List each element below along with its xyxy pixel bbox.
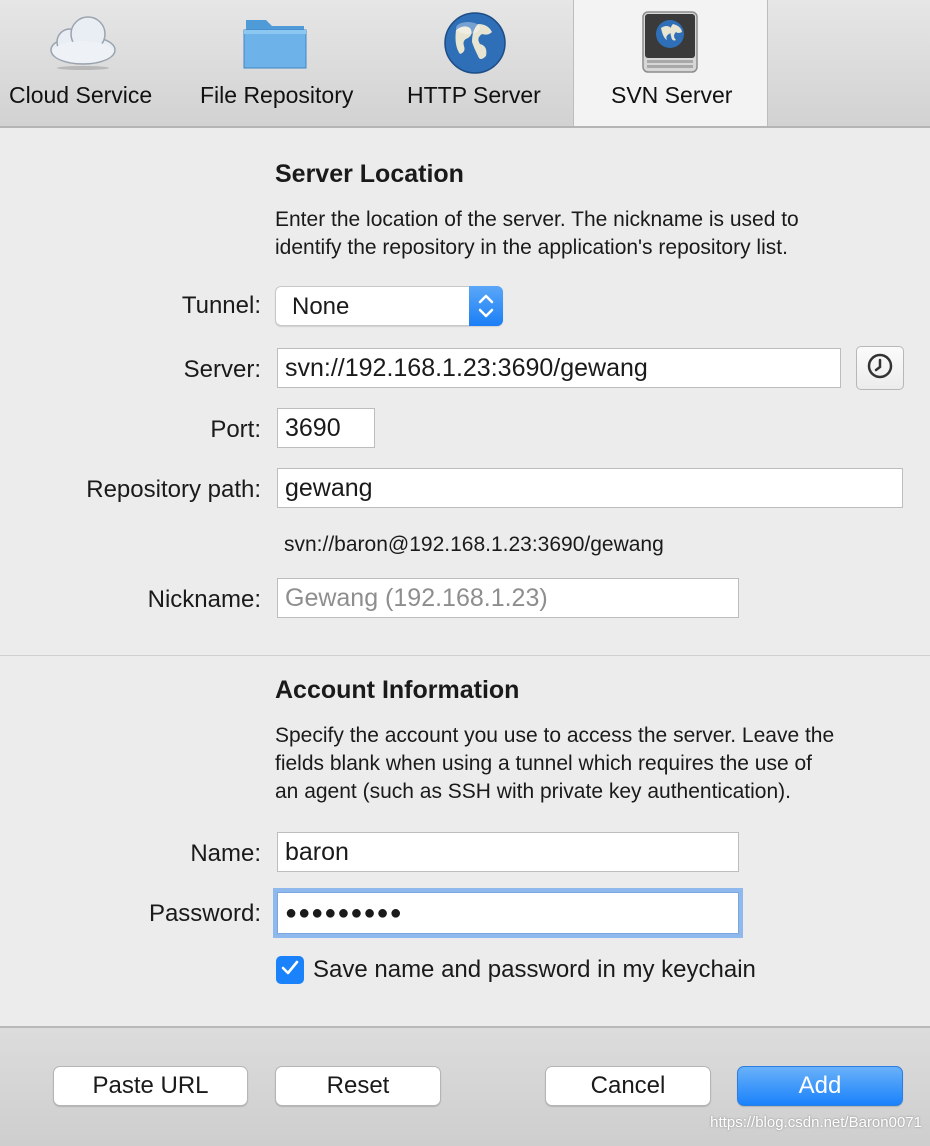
port-input[interactable]: 3690 (277, 408, 375, 448)
tunnel-label: Tunnel: (181, 292, 261, 319)
description-line: Specify the account you use to access th… (275, 724, 835, 747)
checkmark-icon (280, 958, 300, 983)
repository-path-label: Repository path: (86, 476, 261, 503)
paste-url-button[interactable]: Paste URL (53, 1066, 248, 1106)
description-line: identify the repository in the applicati… (275, 236, 788, 259)
description-line: an agent (such as SSH with private key a… (275, 780, 791, 803)
tab-file-repository[interactable]: File Repository (190, 0, 365, 126)
tab-http-server[interactable]: HTTP Server (395, 0, 555, 126)
account-information-title: Account Information (275, 676, 520, 704)
folder-icon (235, 10, 315, 80)
cloud-icon (43, 10, 123, 80)
tab-label: HTTP Server (407, 82, 541, 108)
repository-path-input[interactable]: gewang (277, 468, 903, 508)
tab-label: SVN Server (611, 82, 733, 108)
tunnel-value: None (292, 293, 350, 320)
name-input[interactable]: baron (277, 832, 739, 872)
server-label: Server: (183, 356, 261, 383)
section-divider (0, 655, 930, 656)
nickname-input[interactable]: Gewang (192.168.1.23) (277, 578, 739, 618)
description-line: Enter the location of the server. The ni… (275, 208, 799, 231)
tab-svn-server[interactable]: SVN Server (573, 0, 768, 126)
watermark: https://blog.csdn.net/Baron0071 (710, 1114, 922, 1131)
nickname-label: Nickname: (147, 586, 261, 613)
clock-icon (866, 352, 894, 385)
tab-label: Cloud Service (9, 82, 153, 108)
password-input[interactable]: ●●●●●●●●● (277, 892, 739, 934)
cancel-button[interactable]: Cancel (545, 1066, 711, 1106)
description-line: fields blank when using a tunnel which r… (275, 752, 812, 775)
tunnel-select[interactable]: None (275, 286, 503, 326)
recent-servers-button[interactable] (856, 346, 904, 390)
port-label: Port: (210, 416, 261, 443)
globe-icon (435, 10, 515, 80)
server-location-description: Enter the location of the server. The ni… (275, 206, 799, 262)
reset-button[interactable]: Reset (275, 1066, 441, 1106)
add-button[interactable]: Add (737, 1066, 903, 1106)
tab-label: File Repository (200, 82, 354, 108)
name-label: Name: (190, 840, 261, 867)
resolved-url: svn://baron@192.168.1.23:3690/gewang (284, 533, 664, 556)
keychain-label[interactable]: Save name and password in my keychain (313, 956, 756, 984)
tab-cloud-service[interactable]: Cloud Service (0, 0, 165, 126)
password-label: Password: (148, 900, 261, 927)
keychain-checkbox[interactable] (276, 956, 304, 984)
toolbar: Cloud Service File Repository HTTP Serve… (0, 0, 930, 128)
server-location-title: Server Location (275, 160, 464, 188)
svn-disk-icon (630, 10, 710, 80)
account-description: Specify the account you use to access th… (275, 722, 834, 806)
server-input[interactable]: svn://192.168.1.23:3690/gewang (277, 348, 841, 388)
chevron-updown-icon (469, 286, 503, 326)
